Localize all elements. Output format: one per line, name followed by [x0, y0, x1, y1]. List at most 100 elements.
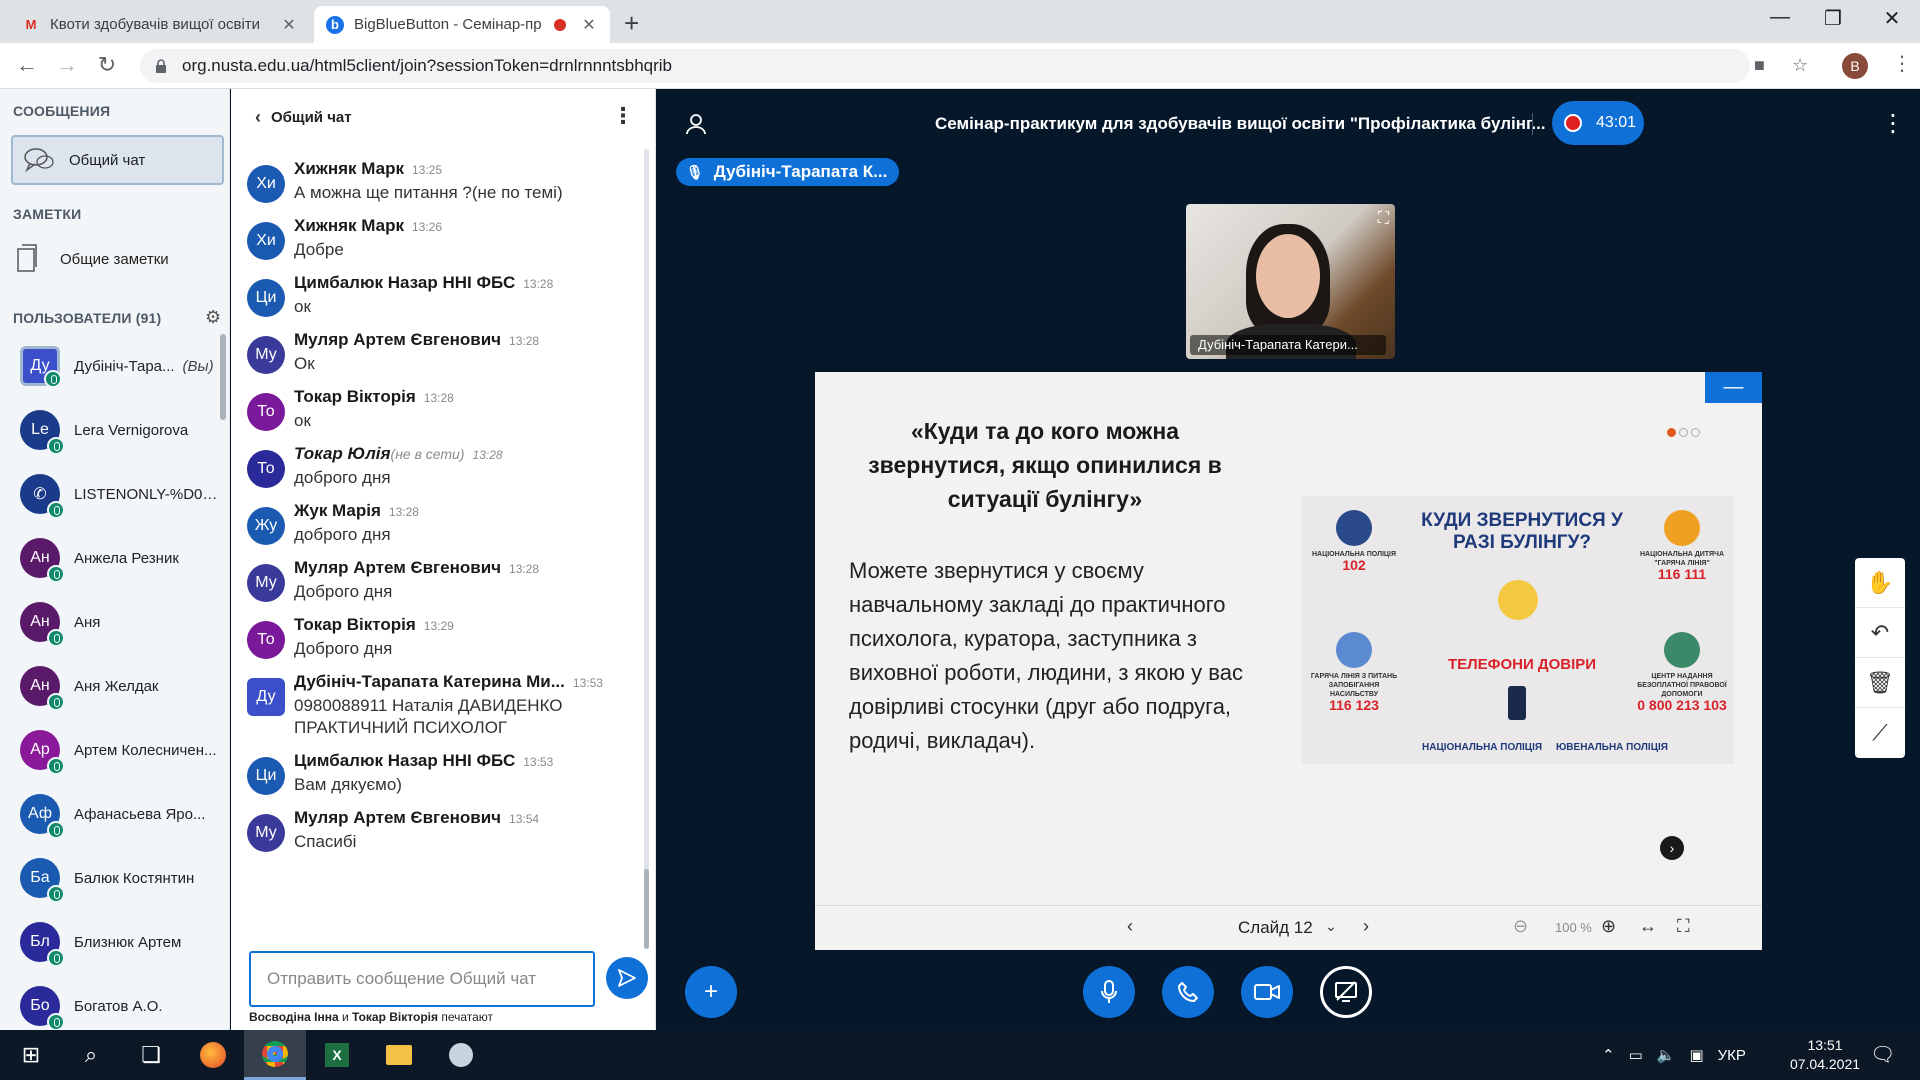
battery-icon[interactable]: ▭ — [1629, 1046, 1643, 1064]
camera-permission-icon[interactable]: ■ — [1754, 55, 1765, 76]
chevron-down-icon[interactable]: ⌄ — [1325, 918, 1337, 935]
undo-icon[interactable]: ↶ — [1855, 608, 1905, 658]
user-avatar: Ду — [20, 346, 62, 388]
options-menu-icon[interactable]: ⋮ — [1881, 109, 1905, 138]
browser-tab-bbb[interactable]: b BigBlueButton - Семінар-пр ✕ — [314, 6, 610, 43]
close-tab-icon[interactable]: ✕ — [580, 15, 598, 35]
user-list-item[interactable]: Ар Артем Колесничен... — [0, 718, 222, 782]
shared-notes-item[interactable]: Общие заметки — [14, 239, 169, 279]
message-text: ок — [294, 411, 311, 430]
annotation-toolbar: ✋ ↶ 🗑 ⟋ — [1855, 558, 1905, 758]
system-clock[interactable]: 13:51 07.04.2021 — [1775, 1036, 1875, 1074]
maximize-window-icon[interactable]: ❐ — [1813, 6, 1853, 31]
file-explorer-icon[interactable] — [368, 1030, 430, 1080]
chat-options-icon[interactable]: ⋮ — [612, 103, 634, 129]
recording-indicator[interactable]: 43:01 — [1552, 101, 1644, 145]
bookmark-star-icon[interactable]: ☆ — [1792, 55, 1808, 76]
paint-icon[interactable] — [430, 1030, 492, 1080]
scrollbar-thumb[interactable] — [644, 869, 649, 949]
trash-icon[interactable]: 🗑 — [1855, 658, 1905, 708]
reload-icon[interactable]: ↻ — [92, 52, 122, 78]
language-indicator[interactable]: УКР — [1718, 1047, 1746, 1064]
message-time: 13:53 — [572, 676, 603, 690]
fullscreen-presentation-icon[interactable]: ⛶ — [1677, 916, 1690, 937]
next-slide-icon[interactable]: › — [1363, 916, 1369, 937]
chat-scrollbar[interactable] — [644, 149, 649, 949]
user-list-item[interactable]: Ан Анжела Резник — [0, 526, 222, 590]
user-list-item[interactable]: Ан Аня — [0, 590, 222, 654]
chevron-left-icon[interactable]: ‹ — [255, 107, 261, 128]
system-tray: ⌃ ▭ 🔈 ▣ УКР — [1602, 1030, 1746, 1080]
user-list-item[interactable]: Ба Балюк Костянтин — [0, 846, 222, 910]
user-name: Балюк Костянтин — [74, 869, 195, 887]
user-list-scrollbar[interactable] — [220, 334, 226, 420]
minimize-window-icon[interactable]: — — [1760, 6, 1800, 29]
fit-width-icon[interactable]: ↔ — [1639, 916, 1657, 937]
poster-legal-aid: ЦЕНТР НАДАННЯ БЕЗОПЛАТНОЇ ПРАВОВОЇ ДОПОМ… — [1634, 632, 1730, 712]
send-message-button[interactable] — [606, 957, 648, 999]
chrome-icon[interactable] — [244, 1030, 306, 1080]
fullscreen-icon[interactable]: ⛶ — [1378, 210, 1389, 228]
camera-button[interactable] — [1241, 966, 1293, 1018]
chat-message: Му Муляр Артем Євгенович 13:54 Спасибі — [231, 808, 641, 853]
you-label: (Вы) — [182, 357, 214, 375]
user-list-item[interactable]: Аф Афанасьева Яро... — [0, 782, 222, 846]
close-window-icon[interactable]: ✕ — [1872, 6, 1912, 31]
browser-tab-gmail[interactable]: M Квоти здобувачів вищої освіти ✕ — [10, 6, 310, 43]
microphone-button[interactable] — [1083, 966, 1135, 1018]
typing-indicator: Восводіна Інна и Токар Вікторія печатают — [249, 1010, 494, 1024]
zoom-out-icon[interactable]: ⊖ — [1513, 916, 1528, 937]
zoom-in-icon[interactable]: ⊕ — [1601, 916, 1616, 937]
man-with-phone-icon — [1336, 632, 1372, 668]
chat-message: Му Муляр Артем Євгенович 13:28 Доброго дня — [231, 558, 641, 603]
recording-dot-icon — [554, 18, 566, 31]
chat-message-input[interactable]: Отправить сообщение Общий чат — [249, 951, 595, 1007]
offline-label: (не в сети) — [390, 446, 465, 462]
multi-user-whiteboard-icon[interactable]: ⟋ — [1855, 708, 1905, 758]
firefox-icon[interactable] — [182, 1030, 244, 1080]
hand-tool-icon[interactable]: ✋ — [1855, 558, 1905, 608]
user-list-item[interactable]: Бл Близнюк Артем — [0, 910, 222, 974]
search-icon[interactable]: ⌕ — [60, 1030, 122, 1080]
chevron-up-icon[interactable]: ⌃ — [1602, 1046, 1615, 1064]
user-list-item[interactable]: Бо Богатов А.О. — [0, 974, 222, 1030]
user-settings-gear-icon[interactable]: ⚙ — [205, 307, 221, 328]
forward-icon[interactable]: → — [52, 52, 82, 78]
public-chat-item[interactable]: Общий чат — [11, 135, 224, 185]
phone-audio-button[interactable] — [1162, 966, 1214, 1018]
title-divider — [1532, 113, 1533, 135]
user-list-item[interactable]: Ан Аня Желдак — [0, 654, 222, 718]
message-text: Доброго дня — [294, 582, 393, 601]
minimize-presentation-button[interactable]: — — [1705, 372, 1762, 403]
slide-selector[interactable]: Слайд 12 — [1238, 918, 1313, 938]
new-tab-button[interactable]: + — [624, 8, 639, 39]
user-list-item[interactable]: ✆ LISTENONLY-%D0%... — [0, 462, 222, 526]
record-icon — [1564, 114, 1582, 132]
message-sender: Цимбалюк Назар ННІ ФБС 13:28 — [294, 273, 554, 292]
user-list-item[interactable]: Ду Дубініч-Тара... (Вы) — [0, 334, 222, 398]
microphone-status-icon — [47, 821, 65, 839]
user-avatar: ✆ — [20, 474, 65, 519]
notification-center-icon[interactable]: 🗨 — [1870, 1042, 1895, 1067]
webcam-video[interactable]: ⛶ Дубініч-Тарапата Катери... — [1186, 204, 1395, 359]
previous-slide-icon[interactable]: ‹ — [1127, 916, 1133, 937]
actions-plus-button[interactable]: + — [685, 966, 737, 1018]
close-tab-icon[interactable]: ✕ — [280, 15, 298, 35]
screenshare-button[interactable] — [1320, 966, 1372, 1018]
profile-avatar[interactable]: B — [1842, 53, 1868, 79]
user-icon[interactable] — [685, 113, 707, 135]
excel-icon[interactable]: X — [306, 1030, 368, 1080]
microphone-status-icon — [47, 437, 65, 455]
slide-next-arrow-icon[interactable]: › — [1660, 836, 1684, 860]
talking-indicator[interactable]: 🎙 Дубініч-Тарапата К... — [676, 158, 899, 186]
browser-menu-icon[interactable]: ⋮ — [1892, 51, 1912, 76]
network-icon[interactable]: ▣ — [1689, 1046, 1703, 1064]
slide-title: «Куди та до кого можна звернутися, якщо … — [868, 418, 1222, 512]
back-icon[interactable]: ← — [12, 52, 42, 78]
windows-start-icon[interactable]: ⊞ — [0, 1030, 62, 1080]
volume-icon[interactable]: 🔈 — [1657, 1046, 1676, 1064]
screenshare-off-icon — [1335, 981, 1357, 1002]
user-list-item[interactable]: Le Lera Vernigorova — [0, 398, 222, 462]
url-field[interactable]: org.nusta.edu.ua/html5client/join?sessio… — [140, 49, 1750, 83]
task-view-icon[interactable]: ❏ — [120, 1030, 182, 1080]
